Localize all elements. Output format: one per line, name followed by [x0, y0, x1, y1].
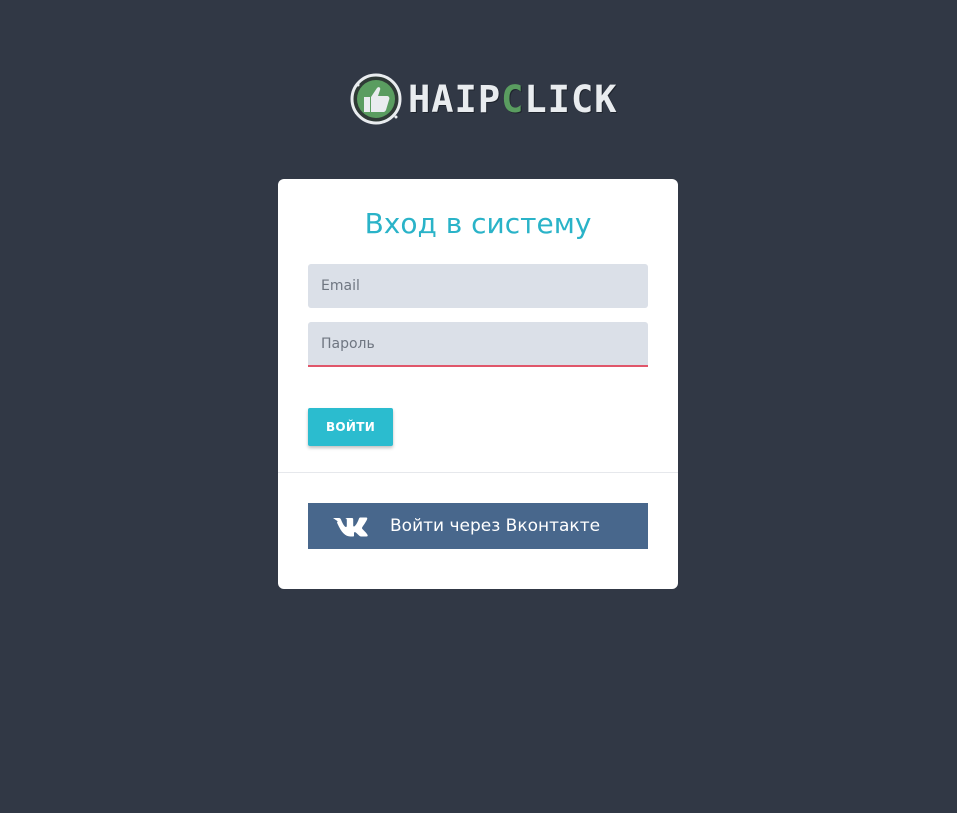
thumbs-up-icon — [350, 73, 402, 125]
page-title: Вход в систему — [364, 207, 592, 240]
logo-text-after: LICK — [524, 77, 618, 121]
logo-text-accent: C — [501, 77, 525, 121]
site-logo[interactable]: HAIPCLICK — [350, 72, 618, 126]
login-button[interactable]: ВОЙТИ — [308, 408, 393, 446]
vk-logo-icon — [333, 517, 368, 537]
vk-login-label: Войти через Вконтакте — [390, 516, 601, 536]
logo-wordmark: HAIPCLICK — [408, 81, 618, 118]
login-page: HAIPCLICK Вход в систему ВОЙТИ Войти чер… — [0, 0, 957, 813]
logo-text-before: HAIP — [408, 77, 502, 121]
email-field[interactable] — [308, 264, 648, 308]
password-field[interactable] — [308, 322, 648, 367]
vk-login-button[interactable]: Войти через Вконтакте — [308, 503, 648, 549]
divider — [278, 472, 678, 473]
login-card: Вход в систему ВОЙТИ Войти через Вконтак… — [278, 179, 678, 589]
